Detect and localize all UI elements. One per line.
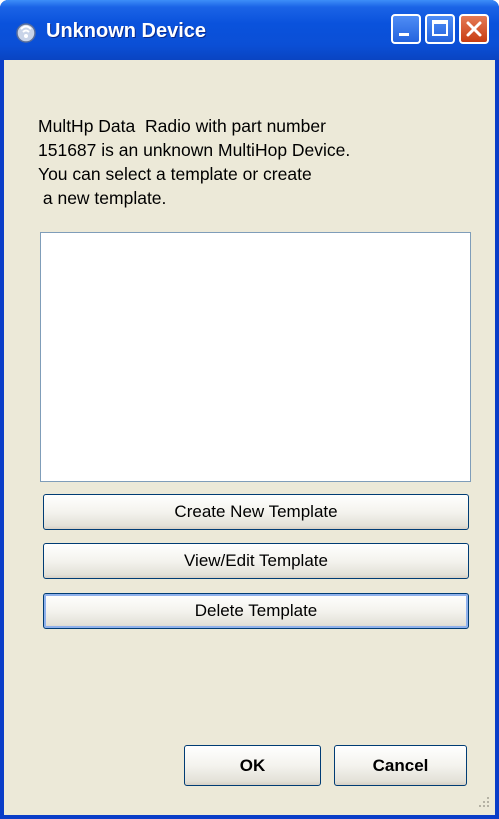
maximize-icon <box>432 20 448 36</box>
dialog-window: Unknown Device MultHp Data Radio with pa… <box>0 0 499 819</box>
cancel-button[interactable]: Cancel <box>334 745 467 786</box>
create-new-template-button[interactable]: Create New Template <box>43 494 469 530</box>
window-title: Unknown Device <box>46 20 207 42</box>
maximize-button[interactable] <box>425 14 455 44</box>
minimize-button[interactable] <box>391 14 421 44</box>
dialog-message: MultHp Data Radio with part number 15168… <box>38 116 351 208</box>
minimize-icon <box>399 33 409 36</box>
ok-button[interactable]: OK <box>184 745 321 786</box>
view-edit-template-button[interactable]: View/Edit Template <box>43 543 469 579</box>
device-icon <box>14 20 38 44</box>
template-list[interactable] <box>40 232 471 482</box>
delete-template-button[interactable]: Delete Template <box>43 593 469 629</box>
close-button[interactable] <box>459 14 489 44</box>
resize-grip-icon[interactable] <box>477 795 491 809</box>
close-icon <box>466 21 482 37</box>
title-bar[interactable]: Unknown Device <box>0 0 499 60</box>
